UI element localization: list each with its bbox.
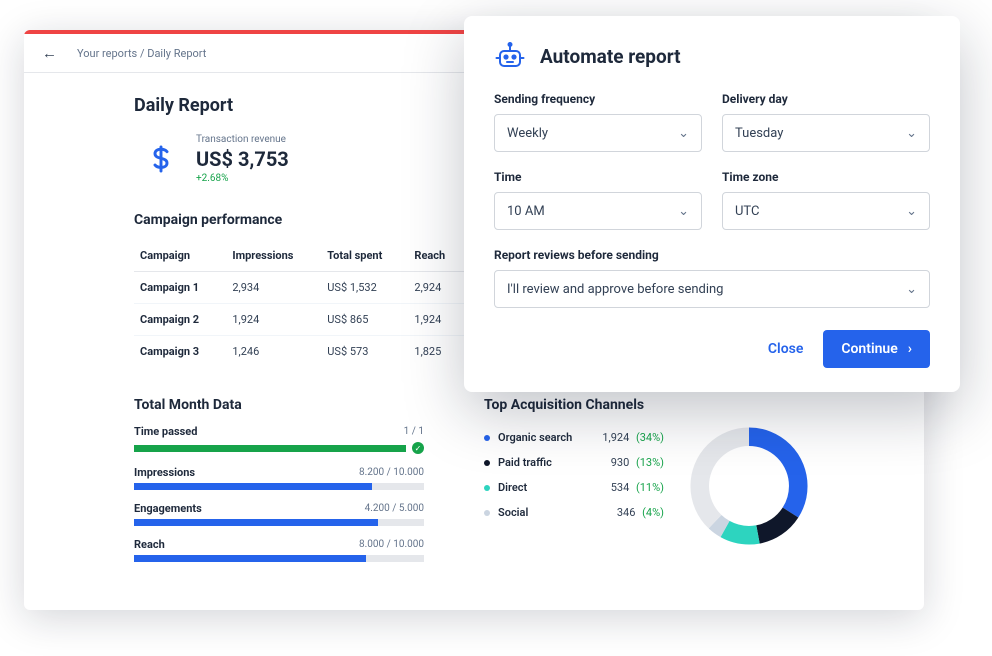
channel-pct: (34%) bbox=[636, 431, 664, 444]
revenue-label: Transaction revenue bbox=[196, 134, 289, 145]
progress-bar bbox=[134, 483, 424, 490]
channel-row: Social346 (4%) bbox=[484, 500, 664, 525]
channel-name: Social bbox=[498, 506, 617, 519]
table-cell: US$ 1,532 bbox=[321, 272, 408, 304]
select-day-value: Tuesday bbox=[735, 126, 783, 141]
channel-pct: (4%) bbox=[642, 506, 664, 519]
chevron-down-icon: ⌄ bbox=[906, 204, 917, 219]
channel-value: 346 bbox=[617, 506, 638, 519]
chevron-down-icon: ⌄ bbox=[678, 126, 689, 141]
check-icon: ✓ bbox=[412, 442, 424, 454]
table-cell: Campaign 1 bbox=[134, 272, 226, 304]
label-frequency: Sending frequency bbox=[494, 92, 702, 106]
field-tz: Time zone UTC ⌄ bbox=[722, 170, 930, 230]
performance-table: Campaign Impressions Total spent Reach C… bbox=[134, 240, 464, 367]
donut-chart bbox=[684, 421, 814, 551]
th-reach: Reach bbox=[408, 240, 464, 272]
channel-name: Paid traffic bbox=[498, 456, 611, 469]
table-cell: 1,825 bbox=[408, 336, 464, 368]
close-button[interactable]: Close bbox=[768, 341, 803, 357]
select-time-value: 10 AM bbox=[507, 204, 545, 219]
select-tz-value: UTC bbox=[735, 204, 759, 219]
progress-item: Time passed 1 / 1 ✓ bbox=[134, 425, 424, 454]
progress-bar bbox=[134, 445, 406, 452]
channel-value: 1,924 bbox=[602, 431, 632, 444]
legend-dot bbox=[484, 460, 490, 466]
select-review-value: I'll review and approve before sending bbox=[507, 282, 724, 297]
continue-button[interactable]: Continue › bbox=[823, 330, 930, 368]
modal-title: Automate report bbox=[540, 45, 681, 68]
th-campaign: Campaign bbox=[134, 240, 226, 272]
table-row: Campaign 21,924US$ 8651,924 bbox=[134, 304, 464, 336]
channel-pct: (13%) bbox=[636, 456, 664, 469]
channel-row: Organic search1,924 (34%) bbox=[484, 425, 664, 450]
robot-icon bbox=[494, 40, 526, 72]
table-cell: 1,924 bbox=[226, 304, 321, 336]
progress-label: Time passed bbox=[134, 425, 197, 438]
channels-title: Top Acquisition Channels bbox=[484, 397, 814, 413]
revenue-value: US$ 3,753 bbox=[196, 147, 289, 171]
channel-value: 534 bbox=[611, 481, 632, 494]
progress-item: Reach 8.000 / 10.000 bbox=[134, 538, 424, 562]
table-cell: Campaign 2 bbox=[134, 304, 226, 336]
select-day[interactable]: Tuesday ⌄ bbox=[722, 114, 930, 152]
channel-pct: (11%) bbox=[636, 481, 664, 494]
month-data-title: Total Month Data bbox=[134, 397, 424, 413]
select-time[interactable]: 10 AM ⌄ bbox=[494, 192, 702, 230]
field-day: Delivery day Tuesday ⌄ bbox=[722, 92, 930, 152]
field-time: Time 10 AM ⌄ bbox=[494, 170, 702, 230]
table-cell: 1,246 bbox=[226, 336, 321, 368]
table-cell: US$ 573 bbox=[321, 336, 408, 368]
select-frequency[interactable]: Weekly ⌄ bbox=[494, 114, 702, 152]
chevron-down-icon: ⌄ bbox=[906, 126, 917, 141]
select-review[interactable]: I'll review and approve before sending ⌄ bbox=[494, 270, 930, 308]
label-day: Delivery day bbox=[722, 92, 930, 106]
breadcrumb[interactable]: Your reports / Daily Report bbox=[77, 47, 206, 60]
back-arrow-icon[interactable]: ← bbox=[42, 44, 57, 62]
field-review: Report reviews before sending I'll revie… bbox=[494, 248, 930, 308]
channel-name: Organic search bbox=[498, 431, 602, 444]
progress-count: 8.200 / 10.000 bbox=[359, 467, 424, 478]
table-cell: Campaign 3 bbox=[134, 336, 226, 368]
progress-bar bbox=[134, 519, 424, 526]
table-cell: 2,934 bbox=[226, 272, 321, 304]
select-frequency-value: Weekly bbox=[507, 126, 548, 141]
dollar-icon bbox=[144, 142, 178, 176]
chevron-down-icon: ⌄ bbox=[906, 282, 917, 297]
progress-item: Impressions 8.200 / 10.000 bbox=[134, 466, 424, 490]
progress-bar bbox=[134, 555, 424, 562]
table-row: Campaign 31,246US$ 5731,825 bbox=[134, 336, 464, 368]
label-time: Time bbox=[494, 170, 702, 184]
progress-count: 8.000 / 10.000 bbox=[359, 539, 424, 550]
table-cell: US$ 865 bbox=[321, 304, 408, 336]
select-tz[interactable]: UTC ⌄ bbox=[722, 192, 930, 230]
automate-report-modal: Automate report Sending frequency Weekly… bbox=[464, 16, 960, 392]
continue-label: Continue bbox=[841, 341, 897, 357]
th-impressions: Impressions bbox=[226, 240, 321, 272]
table-cell: 1,924 bbox=[408, 304, 464, 336]
revenue-delta: +2.68% bbox=[196, 173, 289, 184]
progress-count: 1 / 1 bbox=[404, 426, 424, 437]
legend-dot bbox=[484, 485, 490, 491]
progress-label: Reach bbox=[134, 538, 165, 551]
chevron-right-icon: › bbox=[908, 341, 912, 357]
channel-name: Direct bbox=[498, 481, 611, 494]
label-review: Report reviews before sending bbox=[494, 248, 930, 262]
chevron-down-icon: ⌄ bbox=[678, 204, 689, 219]
progress-label: Engagements bbox=[134, 502, 202, 515]
channel-row: Paid traffic930 (13%) bbox=[484, 450, 664, 475]
progress-label: Impressions bbox=[134, 466, 195, 479]
channel-row: Direct534 (11%) bbox=[484, 475, 664, 500]
progress-item: Engagements 4.200 / 5.000 bbox=[134, 502, 424, 526]
channel-value: 930 bbox=[611, 456, 632, 469]
table-row: Campaign 12,934US$ 1,5322,924 bbox=[134, 272, 464, 304]
legend-dot bbox=[484, 510, 490, 516]
th-spent: Total spent bbox=[321, 240, 408, 272]
table-cell: 2,924 bbox=[408, 272, 464, 304]
label-tz: Time zone bbox=[722, 170, 930, 184]
field-frequency: Sending frequency Weekly ⌄ bbox=[494, 92, 702, 152]
legend-dot bbox=[484, 435, 490, 441]
progress-count: 4.200 / 5.000 bbox=[365, 503, 424, 514]
